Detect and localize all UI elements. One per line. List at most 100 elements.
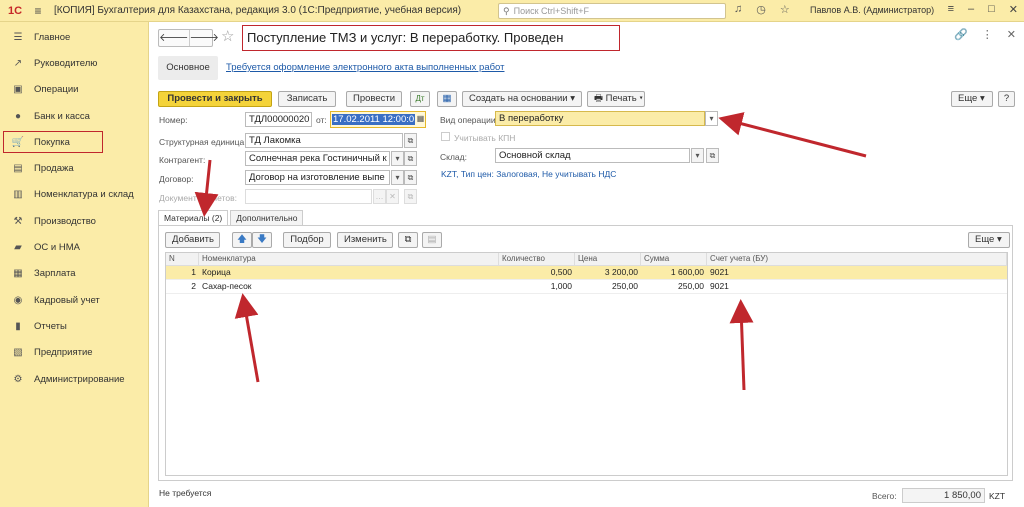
- date-field[interactable]: 17.02.2011 12:00:0: [330, 111, 426, 128]
- table-row[interactable]: 2 Сахар-песок 1,000 250,00 250,00 9021: [166, 280, 1007, 294]
- table-cell[interactable]: 1 600,00: [641, 266, 707, 279]
- settlement-open-icon[interactable]: ⧉: [404, 189, 417, 204]
- kpn-checkbox[interactable]: [441, 132, 450, 141]
- salary-icon: ▦: [13, 268, 23, 280]
- column-header[interactable]: Счет учета (БУ): [707, 253, 1007, 265]
- operation-dropdown-icon[interactable]: ▾: [705, 111, 718, 126]
- counterparty-field[interactable]: Солнечная река Гостиничный к: [245, 151, 390, 166]
- column-header[interactable]: Количество: [499, 253, 575, 265]
- table-cell[interactable]: Корица: [199, 266, 499, 279]
- number-field[interactable]: ТДЛ00000020: [245, 112, 312, 127]
- help-button[interactable]: ?: [998, 91, 1015, 107]
- change-button[interactable]: Изменить: [337, 232, 393, 248]
- sidebar-item[interactable]: ▮ Отчеты: [0, 313, 148, 339]
- search-input[interactable]: ⚲ Поиск Ctrl+Shift+F: [498, 3, 726, 19]
- sidebar-item[interactable]: ● Банк и касса: [0, 103, 148, 129]
- maximize-icon[interactable]: □: [988, 3, 995, 16]
- tab-main[interactable]: Основное: [158, 56, 218, 80]
- settlement-field[interactable]: [245, 189, 372, 204]
- settlement-clear-icon[interactable]: ✕: [386, 189, 399, 204]
- sidebar-item[interactable]: ↗ Руководителю: [0, 50, 148, 76]
- close-icon[interactable]: ✕: [1009, 3, 1018, 16]
- print-button[interactable]: 🖶 Печать ▾: [587, 91, 645, 107]
- add-button[interactable]: Добавить: [165, 232, 220, 248]
- prices-info-link[interactable]: KZT, Тип цен: Залоговая, Не учитывать НД…: [441, 169, 616, 179]
- table-cell[interactable]: 9021: [707, 266, 1007, 279]
- number-label: Номер:: [159, 115, 188, 125]
- contract-dropdown-icon[interactable]: ▾: [391, 170, 404, 185]
- column-header[interactable]: N: [166, 253, 199, 265]
- sidebar-item[interactable]: ▤ Продажа: [0, 155, 148, 181]
- grid-more-button[interactable]: Еще ▾: [968, 232, 1010, 248]
- dt-kt-icon[interactable]: Дт: [410, 91, 430, 107]
- user-name[interactable]: Павлов А.В. (Администратор): [810, 5, 934, 15]
- table-cell[interactable]: 250,00: [641, 280, 707, 293]
- counterparty-open-icon[interactable]: ⧉: [404, 151, 417, 166]
- sidebar-item[interactable]: ▣ Операции: [0, 77, 148, 103]
- history-icon[interactable]: ◷: [756, 3, 766, 16]
- paste-rows-icon[interactable]: ▤: [422, 232, 442, 248]
- more-vert-icon[interactable]: ⋮: [982, 28, 993, 41]
- copy-rows-icon[interactable]: ⧉: [398, 232, 418, 248]
- table-cell[interactable]: Сахар-песок: [199, 280, 499, 293]
- warehouse-dropdown-icon[interactable]: ▾: [691, 148, 704, 163]
- calendar-icon[interactable]: ▦: [414, 112, 427, 127]
- structure-icon[interactable]: ▦: [437, 91, 457, 107]
- move-down-icon[interactable]: 🡇: [252, 232, 272, 248]
- sidebar-item[interactable]: ▦ Зарплата: [0, 261, 148, 287]
- warehouse-open-icon[interactable]: ⧉: [706, 148, 719, 163]
- table-cell[interactable]: 1: [166, 266, 199, 279]
- sidebar-item[interactable]: ◉ Кадровый учет: [0, 287, 148, 313]
- column-header[interactable]: Номенклатура: [199, 253, 499, 265]
- more-button[interactable]: Еще ▾: [951, 91, 993, 107]
- unit-label: Структурная единица:: [159, 137, 247, 147]
- table-cell[interactable]: 250,00: [575, 280, 641, 293]
- act-link[interactable]: Требуется оформление электронного акта в…: [226, 62, 504, 73]
- sidebar-item[interactable]: ▧ Предприятие: [0, 340, 148, 366]
- sidebar-item[interactable]: ☰ Главное: [0, 24, 148, 50]
- sidebar-item[interactable]: ▰ ОС и НМА: [0, 234, 148, 260]
- column-header[interactable]: Цена: [575, 253, 641, 265]
- close-form-icon[interactable]: ✕: [1007, 28, 1016, 41]
- tab-materials[interactable]: Материалы (2): [158, 210, 229, 226]
- warehouse-field[interactable]: Основной склад: [495, 148, 690, 163]
- unit-field[interactable]: ТД Лакомка: [245, 133, 403, 148]
- column-header[interactable]: Сумма: [641, 253, 707, 265]
- sidebar-item-label: Кадровый учет: [34, 294, 100, 306]
- favorite-star-icon[interactable]: ☆: [221, 27, 234, 45]
- bell-icon[interactable]: ♫: [734, 3, 742, 16]
- link-icon[interactable]: 🔗: [954, 28, 968, 41]
- settings-menu-icon[interactable]: ≡: [948, 3, 954, 16]
- minimize-icon[interactable]: –: [968, 3, 974, 16]
- create-based-label: Создать на основании: [469, 93, 568, 104]
- table-row[interactable]: 1 Корица 0,500 3 200,00 1 600,00 9021: [166, 266, 1007, 280]
- contract-open-icon[interactable]: ⧉: [404, 170, 417, 185]
- pick-button[interactable]: Подбор: [283, 232, 331, 248]
- settlement-select-icon[interactable]: …: [373, 189, 386, 204]
- contract-field[interactable]: Договор на изготовление выпе: [245, 170, 390, 185]
- forward-icon[interactable]: 🡒: [190, 30, 220, 46]
- post-and-close-button[interactable]: Провести и закрыть: [158, 91, 272, 107]
- table-cell[interactable]: 2: [166, 280, 199, 293]
- table-cell[interactable]: 9021: [707, 280, 1007, 293]
- table-cell[interactable]: 1,000: [499, 280, 575, 293]
- table-cell[interactable]: 0,500: [499, 266, 575, 279]
- save-button[interactable]: Записать: [278, 91, 336, 107]
- move-up-icon[interactable]: 🡅: [232, 232, 252, 248]
- tab-additional[interactable]: Дополнительно: [230, 210, 304, 226]
- production-icon: ⚒: [13, 215, 23, 227]
- post-button[interactable]: Провести: [346, 91, 402, 107]
- counterparty-dropdown-icon[interactable]: ▾: [391, 151, 404, 166]
- create-based-button[interactable]: Создать на основании ▾: [462, 91, 582, 107]
- menu-icon[interactable]: ≡: [30, 4, 46, 18]
- sidebar-item[interactable]: ▥ Номенклатура и склад: [0, 182, 148, 208]
- favorites-icon[interactable]: ☆: [780, 3, 790, 16]
- back-icon[interactable]: 🡐: [159, 30, 190, 46]
- sidebar-item[interactable]: ⚙ Администрирование: [0, 366, 148, 392]
- comment-status[interactable]: Не требуется: [159, 488, 211, 498]
- sidebar-item[interactable]: ⚒ Производство: [0, 208, 148, 234]
- sidebar-item[interactable]: 🛒 Покупка: [0, 129, 148, 155]
- unit-open-icon[interactable]: ⧉: [404, 133, 417, 148]
- operation-field[interactable]: В переработку: [495, 111, 705, 126]
- table-cell[interactable]: 3 200,00: [575, 266, 641, 279]
